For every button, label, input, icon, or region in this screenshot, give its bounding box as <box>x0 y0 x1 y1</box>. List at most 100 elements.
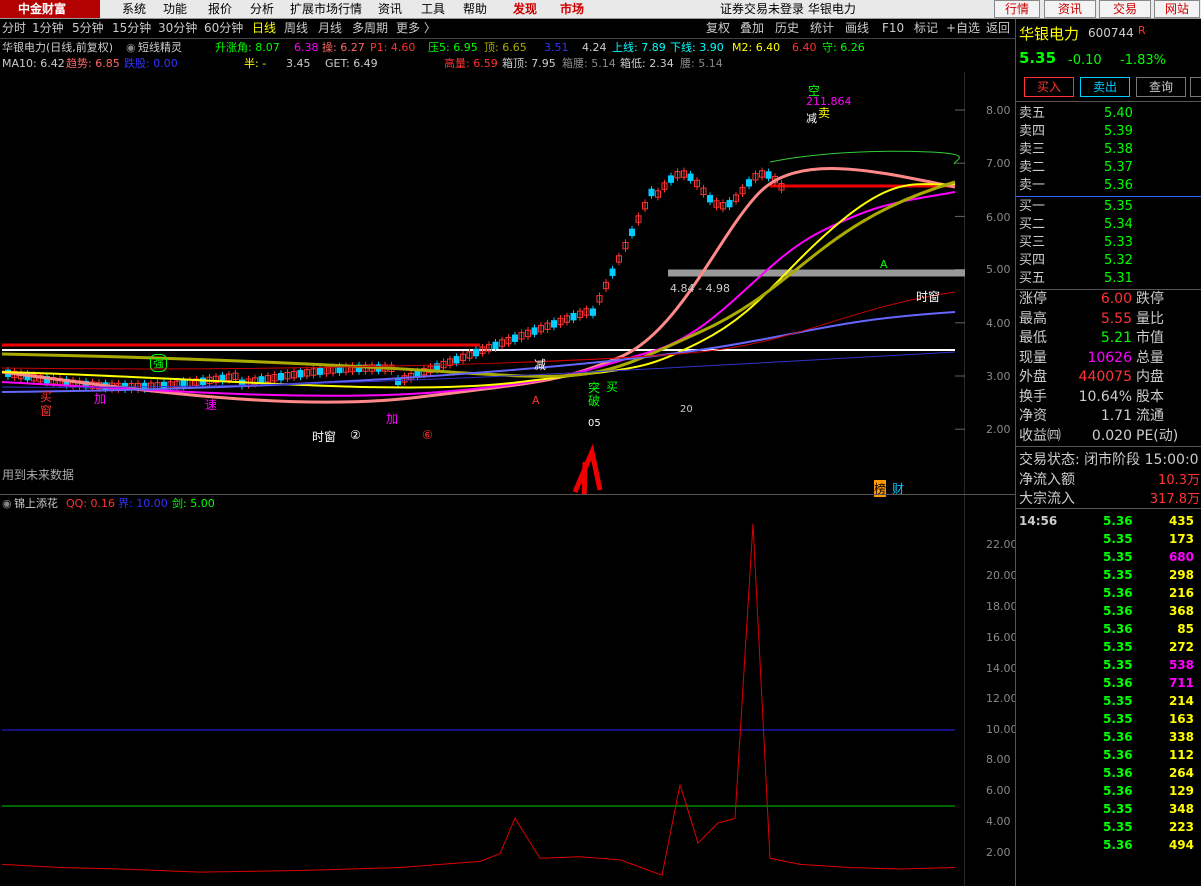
menu-quote[interactable]: 报价 <box>208 0 232 18</box>
buy-level-5[interactable]: 买五 5.31 <box>1016 270 1201 287</box>
period-60min[interactable]: 60分钟 <box>204 19 243 38</box>
period-intraday[interactable]: 分时 <box>2 19 26 38</box>
candle-body <box>648 188 655 197</box>
tool-back[interactable]: 返回 <box>986 19 1010 38</box>
price-change-pct: -1.83% <box>1120 53 1166 68</box>
indicator-select-icon[interactable]: ◉ <box>126 40 136 56</box>
sub-y-tick: 6.00 <box>986 784 1011 797</box>
buy-level-4[interactable]: 买四 5.32 <box>1016 252 1201 269</box>
period-5min[interactable]: 5分钟 <box>72 19 104 38</box>
website-button[interactable]: 网站 <box>1154 0 1200 18</box>
stat-label: 外盘 <box>1019 369 1047 385</box>
stat-label: 涨停 <box>1019 291 1047 307</box>
tick-volume: 264 <box>1168 766 1194 780</box>
period-daily[interactable]: 日线 <box>252 19 276 38</box>
sell-level-label: 卖一 <box>1019 178 1046 193</box>
panel-expand-button[interactable] <box>1190 77 1201 97</box>
marker-speed: 速 <box>205 398 218 412</box>
quote-button[interactable]: 行情 <box>994 0 1040 18</box>
sub-indicator-chart[interactable] <box>0 494 965 886</box>
period-monthly[interactable]: 月线 <box>318 19 342 38</box>
marker-20: 20 <box>680 404 693 415</box>
y-tick: 4.00 <box>986 317 1011 330</box>
tool-overlay[interactable]: 叠加 <box>740 19 764 38</box>
sub-y-tick: 16.00 <box>986 631 1018 644</box>
marker-a-2: A <box>880 258 888 271</box>
menu-tools[interactable]: 工具 <box>421 0 445 18</box>
indicator-name[interactable]: 短线精灵 <box>138 40 182 56</box>
menu-help[interactable]: 帮助 <box>463 0 487 18</box>
app-logo: 中金财富 <box>0 0 100 18</box>
marker-add-2: 加 <box>386 412 399 426</box>
buy-level-1[interactable]: 买一 5.35 <box>1016 198 1201 215</box>
buy-button[interactable]: 买入 <box>1024 77 1074 97</box>
menu-extended-market[interactable]: 扩展市场行情 <box>290 0 362 18</box>
tool-history[interactable]: 历史 <box>775 19 799 38</box>
ma-line <box>1 167 956 404</box>
sell-button[interactable]: 卖出 <box>1080 77 1130 97</box>
sell-level-2[interactable]: 卖二 5.37 <box>1016 159 1201 176</box>
tool-mark[interactable]: 标记 <box>914 19 938 38</box>
tick-row: 5.35 163 <box>1016 710 1201 728</box>
tool-f10[interactable]: F10 <box>882 19 904 38</box>
tool-stats[interactable]: 统计 <box>810 19 834 38</box>
info-box-low: 箱低: 2.34 <box>620 57 674 70</box>
kline-chart[interactable] <box>0 72 965 494</box>
tick-row: 5.36 216 <box>1016 584 1201 602</box>
tool-add-watchlist[interactable]: +自选 <box>946 19 980 38</box>
candle-body <box>746 179 752 187</box>
sell-level-3[interactable]: 卖三 5.38 <box>1016 141 1201 158</box>
info-trend: 趋势: 6.85 <box>66 57 120 70</box>
sub-y-tick: 14.00 <box>986 662 1018 675</box>
tick-volume: 680 <box>1168 550 1194 564</box>
chart-title: 华银电力(日线,前复权) <box>2 41 114 54</box>
tool-draw[interactable]: 画线 <box>845 19 869 38</box>
quote-panel: 华银电力 600744 R 5.35 -0.10 -1.83% 买入 卖出 查询… <box>1015 19 1201 886</box>
stat-row: 涨停 6.00 跌停 <box>1016 290 1201 309</box>
news-button[interactable]: 资讯 <box>1044 0 1096 18</box>
period-weekly[interactable]: 周线 <box>284 19 308 38</box>
buy-level-3[interactable]: 买三 5.33 <box>1016 234 1201 251</box>
tick-row: 5.35 214 <box>1016 692 1201 710</box>
query-button[interactable]: 查询 <box>1136 77 1186 97</box>
tick-price: 5.36 <box>1103 676 1133 690</box>
marker-05: 05 <box>588 418 601 429</box>
period-multi[interactable]: 多周期 <box>352 19 388 38</box>
period-30min[interactable]: 30分钟 <box>158 19 197 38</box>
tick-price: 5.36 <box>1103 766 1133 780</box>
sell-level-4[interactable]: 卖四 5.39 <box>1016 123 1201 140</box>
stat-row: 换手 10.64% 股本 <box>1016 388 1201 407</box>
period-15min[interactable]: 15分钟 <box>112 19 151 38</box>
sell-level-1[interactable]: 卖一 5.36 <box>1016 177 1201 194</box>
block-inflow-label: 大宗流入 <box>1019 491 1075 507</box>
tick-price: 5.36 <box>1103 586 1133 600</box>
tick-volume: 112 <box>1168 748 1194 762</box>
sell-level-label: 卖五 <box>1019 106 1046 121</box>
menu-market[interactable]: 市场 <box>560 0 584 18</box>
stat-row: 最低 5.21 市值 <box>1016 329 1201 348</box>
tool-adjust[interactable]: 复权 <box>706 19 730 38</box>
candle-body <box>590 308 596 316</box>
trade-button[interactable]: 交易 <box>1099 0 1151 18</box>
candle-body <box>161 381 167 390</box>
menu-system[interactable]: 系统 <box>122 0 146 18</box>
moving-averages <box>1 150 960 404</box>
menu-info[interactable]: 资讯 <box>378 0 402 18</box>
sub-y-tick: 10.00 <box>986 723 1018 736</box>
stat-label: 最高 <box>1019 310 1047 327</box>
sell-level-5[interactable]: 卖五 5.40 <box>1016 105 1201 122</box>
buy-level-2[interactable]: 买二 5.34 <box>1016 216 1201 233</box>
menu-function[interactable]: 功能 <box>163 0 187 18</box>
tick-volume: 348 <box>1168 802 1194 816</box>
candle-body <box>609 268 616 276</box>
tick-price: 5.35 <box>1103 820 1133 834</box>
menu-discover[interactable]: 发现 <box>513 0 537 18</box>
candle-body <box>629 228 635 237</box>
period-more[interactable]: 更多 〉 <box>396 19 436 38</box>
menu-analysis[interactable]: 分析 <box>250 0 274 18</box>
tick-row: 5.35 680 <box>1016 548 1201 566</box>
tick-row: 5.36 494 <box>1016 836 1201 854</box>
candle-body <box>668 175 674 183</box>
tick-volume: 223 <box>1168 820 1194 834</box>
period-1min[interactable]: 1分钟 <box>32 19 64 38</box>
